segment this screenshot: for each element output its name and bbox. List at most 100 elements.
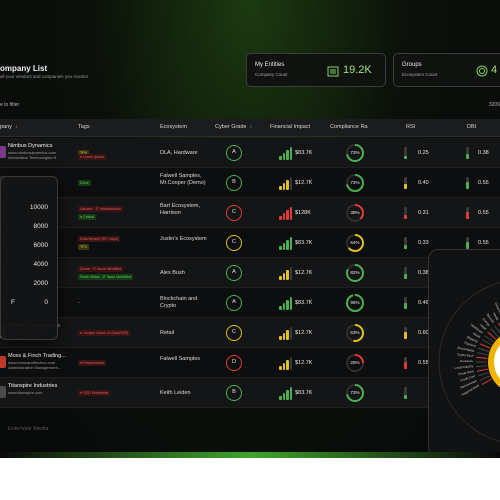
impact-bar — [282, 213, 285, 220]
financial-impact-value: $12.7K — [295, 360, 313, 366]
impact-bar — [286, 150, 289, 160]
filter-input[interactable]: e to filter — [0, 102, 19, 108]
table-row[interactable]: Drone - IT Issue Identified South Africa … — [0, 258, 500, 288]
tag-badge[interactable]: ● Lorem Ipsum — [78, 154, 107, 160]
company-name[interactable]: Moss & Finch Trading... — [8, 353, 66, 359]
popup-side-label: F — [11, 299, 15, 306]
table-row[interactable]: Data Breach (90+ days) TPV Justin's Ecosys… — [0, 228, 500, 258]
company-name[interactable]: Nimbus Dynamics — [8, 143, 52, 149]
popup-value[interactable]: 10000 — [30, 204, 48, 211]
dbi-value: 0.38 — [478, 150, 489, 156]
tag-badge[interactable]: South Africa - IT Issue Identified — [78, 274, 133, 280]
impact-bar — [289, 177, 292, 190]
compliance-value: 82% — [350, 270, 360, 275]
tag-badge[interactable]: Done — [78, 180, 91, 186]
impact-bar — [289, 207, 292, 220]
radial-chart-panel[interactable]: Regional Bank Ransomware Credit Card Cloud … — [428, 249, 500, 457]
radial-spoke — [476, 365, 488, 368]
popup-value[interactable]: 6000 — [34, 242, 48, 249]
financial-impact-value: $128K — [295, 210, 311, 216]
company-name[interactable]: Titanspire Industries — [8, 383, 57, 389]
dbi-fill — [466, 242, 469, 249]
financial-impact-value: $83.7K — [295, 240, 313, 246]
col-tags[interactable]: Tags — [78, 124, 90, 130]
col-company[interactable]: pany ↕ — [0, 124, 18, 130]
radial-spoke — [481, 378, 492, 385]
popup-value[interactable]: 2000 — [34, 280, 48, 287]
impact-bar — [286, 330, 289, 340]
impact-bar — [282, 393, 285, 400]
tag-badge[interactable]: Ukraine - IT Infrastructure — [78, 206, 123, 212]
app-frame: ompany List all your vendors and compani… — [0, 0, 500, 458]
col-rsi[interactable]: RSI — [406, 124, 415, 130]
tag-badge[interactable]: TPV — [78, 244, 89, 250]
table-row[interactable]: Done Falwell Samples, Mr.Cooper (Demo) B $1… — [0, 168, 500, 198]
rsi-fill — [404, 215, 407, 219]
faded-row-name: EnterVale Media — [8, 426, 49, 432]
impact-bar — [286, 360, 289, 370]
impact-bars — [279, 236, 293, 250]
rsi-gauge — [404, 237, 407, 249]
impact-bar — [289, 357, 292, 370]
ecosystem-cell: Keith Leiden — [160, 390, 191, 396]
impact-bars — [279, 386, 293, 400]
table-row[interactable]: Ukraine - IT Infrastructure ● Critical Bar… — [0, 198, 500, 228]
tag-badge[interactable]: - — [78, 300, 80, 306]
table-row[interactable]: -Blockchain and CryptoA$83.7K95%0.460.55 — [0, 288, 500, 318]
col-ecosystem[interactable]: Ecosystem — [160, 124, 187, 130]
cyber-grade-badge: B — [226, 385, 242, 401]
ecosystem-cell: DLA, Hardware — [160, 150, 198, 156]
compliance-value: 72% — [350, 390, 360, 395]
company-description: Information Technologies N — [8, 155, 57, 160]
ecosystem-cell: Blockchain and Crypto — [160, 296, 198, 309]
col-dbi[interactable]: DBI — [467, 124, 476, 130]
bottom-glow — [0, 452, 500, 458]
impact-bar — [289, 147, 292, 160]
rsi-fill — [404, 362, 407, 369]
rsi-value: 0.40 — [418, 180, 429, 186]
col-financial-impact[interactable]: Financial Impact — [270, 124, 310, 130]
rsi-value: 0.31 — [418, 210, 429, 216]
table-row[interactable]: Titanspire Industries www.titanspire.com ●… — [0, 378, 500, 408]
popup-value[interactable]: 0 — [44, 299, 48, 306]
impact-bar — [279, 336, 282, 340]
cyber-grade-badge: A — [226, 295, 242, 311]
stat-card-entities[interactable]: My Entities Company Count 19.2K — [246, 53, 386, 87]
impact-bar — [286, 270, 289, 280]
tag-badge[interactable]: ● Critical — [78, 214, 97, 220]
page-subtitle: all your vendors and companies you monit… — [0, 74, 89, 79]
table-row[interactable]: Orbiton Technologieswww.orbitontech.comW… — [0, 318, 500, 348]
rows-count: 3209 — [488, 102, 500, 108]
rsi-value: 0.25 — [418, 150, 429, 156]
tag-badge[interactable]: ● Ransomware — [78, 360, 107, 366]
cyber-grade-badge: C — [226, 325, 242, 341]
ecosystem-cell: Bart Ecosystem, Harrison — [160, 203, 201, 216]
tag-badge[interactable]: ● SSO Enterprise — [78, 390, 111, 396]
impact-bar — [279, 396, 282, 400]
ecosystem-cell: Falwell Samples — [160, 356, 201, 362]
tag-badge[interactable]: Drone - IT Issue Identified — [78, 266, 124, 272]
building-icon — [327, 64, 339, 77]
radial-spoke — [476, 356, 488, 359]
impact-bar — [289, 237, 292, 250]
radial-spoke — [476, 352, 488, 356]
ecosystem-cell: Justin's Ecosystem — [160, 236, 207, 242]
rsi-gauge — [404, 147, 407, 159]
table-row[interactable]: Nimbus Dynamics www.nimbusdynamics.com Inf… — [0, 138, 500, 168]
tag-badge[interactable]: Data Breach (90+ days) — [78, 236, 121, 242]
table-row[interactable]: Moss & Finch Trading... www.mossandfinchc… — [0, 348, 500, 378]
ecosystem-cell: Retail — [160, 330, 175, 336]
popup-value[interactable]: 8000 — [34, 223, 48, 230]
rsi-gauge — [404, 177, 407, 189]
dbi-fill — [466, 154, 469, 159]
filter-popup[interactable]: 10000 8000 6000 4000 2000 F 0 — [0, 176, 58, 340]
col-cyber-grade[interactable]: Cyber Grade ↕ — [215, 124, 252, 130]
tag-badge[interactable]: ● Juniper Junos 19 (Mar2025) — [78, 330, 131, 336]
rsi-fill — [404, 395, 407, 399]
company-description: Administrative Management... — [8, 365, 61, 370]
col-compliance[interactable]: Compliance Ra — [330, 124, 368, 130]
impact-bar — [289, 267, 292, 280]
popup-value[interactable]: 4000 — [34, 261, 48, 268]
stat-card-groups[interactable]: Groups Ecosystem Count 4 — [393, 53, 500, 87]
radial-spoke — [478, 347, 489, 352]
